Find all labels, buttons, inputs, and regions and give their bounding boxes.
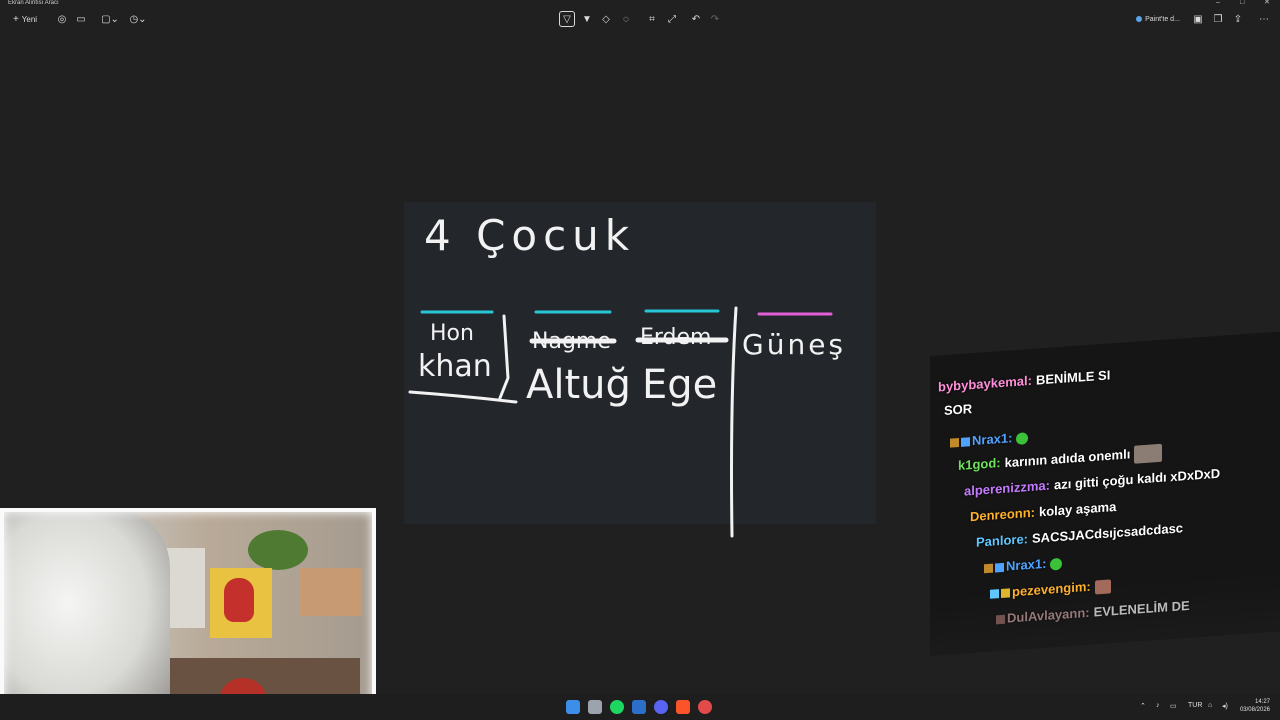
name-gunes: Güneş — [742, 328, 846, 361]
name-khan: khan — [418, 349, 492, 384]
chat-message: Panlore: SACSJACdsıjcsadcdasc — [976, 520, 1184, 550]
copy-icon[interactable]: ❐ — [1212, 12, 1224, 26]
clock[interactable]: 14:27 03/08/2026 — [1240, 698, 1270, 714]
shapes-icon[interactable]: ◌ — [620, 12, 632, 26]
badge-icon — [950, 438, 959, 448]
chat-message: SOR — [944, 401, 973, 419]
edit-in-paint-label: Paint'te d... — [1145, 15, 1180, 23]
crop-icon[interactable]: ⌗ — [646, 12, 658, 26]
text-actions-icon[interactable]: ⤢ — [666, 12, 678, 26]
save-icon[interactable]: ▣ — [1192, 12, 1204, 26]
handwriting-layer: 4 Çocuk Hon khan Nagme Altuğ Erdem Ege G… — [408, 211, 846, 538]
delay-icon[interactable]: ◷⌄ — [128, 12, 148, 26]
paint-icon — [1136, 16, 1143, 22]
minimize-icon[interactable]: – — [1216, 0, 1220, 6]
heading-text: 4 Çocuk — [424, 211, 635, 260]
drawing-canvas[interactable]: 4 Çocuk Hon khan Nagme Altuğ Erdem Ege G… — [404, 202, 876, 538]
name-hon: Hon — [430, 321, 474, 346]
camera-icon[interactable]: ◎ — [56, 12, 68, 26]
snipping-tool-icon[interactable] — [588, 700, 602, 714]
language-indicator[interactable]: TUR — [1188, 702, 1202, 709]
network-icon[interactable]: ⌂ — [1208, 702, 1212, 709]
edit-in-paint-button[interactable]: Paint'te d... — [1132, 12, 1184, 26]
chat-message: Denreonn: kolay aşama — [970, 498, 1117, 525]
undo-icon[interactable]: ↶ — [690, 12, 702, 26]
ballpoint-pen-icon[interactable]: ▽ — [559, 11, 575, 27]
more-options-icon[interactable]: ⋯ — [1258, 12, 1270, 26]
share-icon[interactable]: ⇪ — [1232, 12, 1244, 26]
emote-icon — [1050, 557, 1063, 571]
start-icon[interactable] — [566, 700, 580, 714]
chat-message: Nrax1: — [950, 429, 1029, 449]
emote-icon — [1094, 578, 1111, 595]
app-icon[interactable] — [698, 700, 712, 714]
webcam-overlay — [0, 508, 376, 720]
highlighter-icon[interactable]: ▼ — [581, 12, 593, 26]
badge-icon — [961, 437, 970, 447]
emote-icon — [1016, 431, 1029, 445]
snip-mode-icon[interactable]: ▢⌄ — [100, 12, 120, 26]
brave-icon[interactable] — [676, 700, 690, 714]
close-icon[interactable]: ✕ — [1264, 0, 1270, 6]
name-ege: Ege — [642, 362, 717, 408]
chat-message: Nrax1: — [984, 555, 1063, 575]
chat-message: DulAvlayann: EVLENELİM DE — [996, 598, 1190, 627]
toolbar: + Yeni ◎ ▭ ▢⌄ ◷⌄ ▽ ▼ ◇ ◌ ⌗ ⤢ ↶ ↷ Paint't… — [0, 8, 1280, 30]
badge-icon — [984, 563, 993, 574]
badge-icon — [996, 614, 1005, 625]
redo-icon[interactable]: ↷ — [709, 12, 721, 26]
badge-icon — [990, 589, 999, 599]
emote-icon — [1133, 443, 1162, 464]
discord-icon[interactable] — [654, 700, 668, 714]
eraser-icon[interactable]: ◇ — [600, 12, 612, 26]
new-button[interactable]: + Yeni — [10, 12, 40, 26]
video-icon[interactable]: ▭ — [75, 12, 87, 26]
app-title: Ekran Alıntısı Aracı — [8, 0, 59, 6]
chat-message: pezevengim: — [990, 577, 1111, 601]
mic-icon[interactable]: ♪ — [1156, 702, 1160, 709]
badge-icon — [995, 562, 1004, 573]
name-altug: Altuğ — [526, 362, 631, 408]
plus-icon: + — [12, 13, 19, 25]
spotify-icon[interactable] — [610, 700, 624, 714]
new-button-label: Yeni — [21, 14, 38, 24]
title-bar: Ekran Alıntısı Aracı – □ ✕ — [0, 0, 1280, 8]
steam-icon[interactable] — [632, 700, 646, 714]
chat-overlay: bybybaykemal: BENİMLE SI SOR Nrax1: k1god… — [930, 331, 1280, 656]
display-icon[interactable]: ▭ — [1170, 702, 1177, 710]
taskbar: ⌃ ♪ ▭ TUR ⌂ ◂) 14:27 03/08/2026 — [0, 694, 1280, 720]
maximize-icon[interactable]: □ — [1240, 0, 1244, 6]
tray-chevron-icon[interactable]: ⌃ — [1140, 702, 1146, 710]
volume-icon[interactable]: ◂) — [1222, 702, 1228, 710]
crown-icon — [1001, 588, 1010, 599]
chat-message: bybybaykemal: BENİMLE SI — [938, 367, 1111, 395]
